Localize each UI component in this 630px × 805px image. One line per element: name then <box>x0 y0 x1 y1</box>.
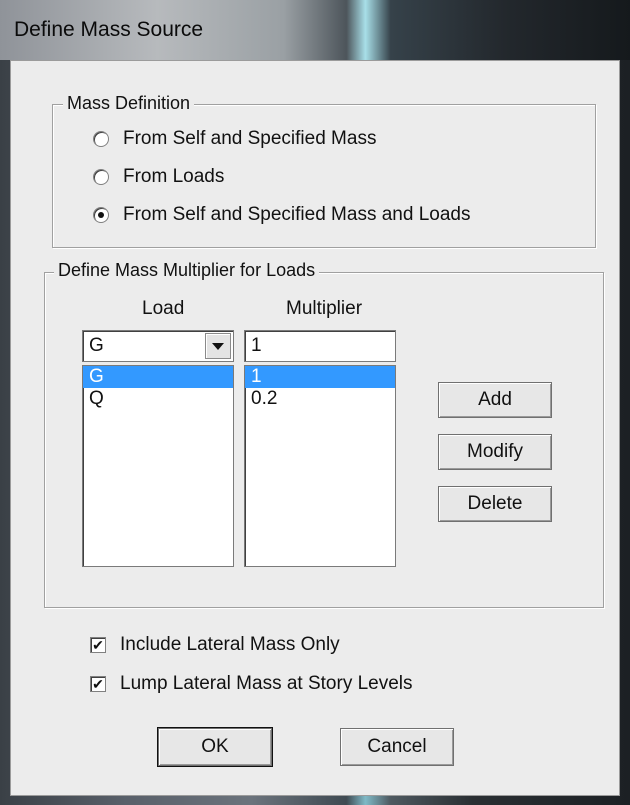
include-lateral-label: Include Lateral Mass Only <box>120 634 340 655</box>
cancel-button[interactable]: Cancel <box>340 728 454 766</box>
title-bar[interactable]: Define Mass Source <box>0 0 630 60</box>
radio-self-specified[interactable]: From Self and Specified Mass <box>93 127 376 151</box>
add-button[interactable]: Add <box>438 382 552 418</box>
radio-label: From Self and Specified Mass <box>123 128 377 149</box>
radio-label: From Loads <box>123 166 225 187</box>
multiplier-group-label: Define Mass Multiplier for Loads <box>54 260 320 281</box>
load-combo[interactable]: G <box>82 330 234 362</box>
load-combo-value: G <box>89 335 104 356</box>
radio-from-loads[interactable]: From Loads <box>93 165 224 189</box>
chevron-down-icon[interactable] <box>205 333 231 359</box>
list-item[interactable]: G <box>83 366 233 388</box>
load-column-header: Load <box>142 298 185 319</box>
lump-lateral-label: Lump Lateral Mass at Story Levels <box>120 673 413 694</box>
lump-lateral-mass-option[interactable]: ✔ Lump Lateral Mass at Story Levels <box>90 671 413 697</box>
list-item[interactable]: 1 <box>245 366 395 388</box>
dialog-client: Mass Definition From Self and Specified … <box>10 60 620 796</box>
modify-button[interactable]: Modify <box>438 434 552 470</box>
load-list[interactable]: G Q <box>82 365 234 567</box>
delete-button[interactable]: Delete <box>438 486 552 522</box>
ok-button[interactable]: OK <box>157 727 273 767</box>
lump-lateral-checkbox[interactable]: ✔ <box>90 676 106 692</box>
list-item[interactable]: 0.2 <box>245 388 395 410</box>
include-lateral-mass-option[interactable]: ✔ Include Lateral Mass Only <box>90 632 340 658</box>
multiplier-list[interactable]: 1 0.2 <box>244 365 396 567</box>
multiplier-column-header: Multiplier <box>286 298 363 319</box>
radio-self-specified-loads[interactable]: From Self and Specified Mass and Loads <box>93 203 470 227</box>
multiplier-input-value: 1 <box>251 335 262 356</box>
window-title: Define Mass Source <box>14 18 204 41</box>
include-lateral-checkbox[interactable]: ✔ <box>90 637 106 653</box>
radio-button[interactable] <box>93 169 109 185</box>
mass-definition-label: Mass Definition <box>63 93 195 114</box>
radio-label: From Self and Specified Mass and Loads <box>123 204 471 225</box>
mass-definition-group: Mass Definition From Self and Specified … <box>52 93 596 248</box>
list-item[interactable]: Q <box>83 388 233 410</box>
multiplier-input[interactable]: 1 <box>244 330 396 362</box>
radio-button[interactable] <box>93 207 109 223</box>
radio-button[interactable] <box>93 131 109 147</box>
